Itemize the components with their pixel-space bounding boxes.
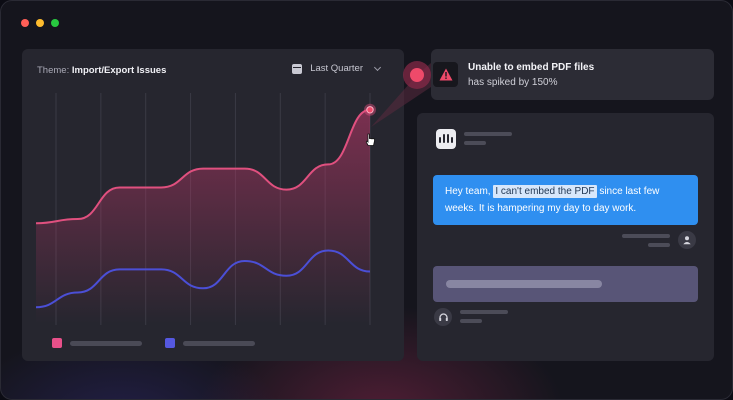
sender-placeholder (648, 243, 670, 247)
headset-icon (434, 308, 452, 326)
message-text-before: Hey team, (445, 186, 494, 197)
alert-title: Unable to embed PDF files (468, 62, 595, 73)
meta-placeholder (464, 141, 486, 145)
cursor-icon (365, 133, 375, 146)
alert-card[interactable]: Unable to embed PDF files has spiked by … (431, 49, 714, 100)
agent-meta-placeholder (460, 319, 482, 323)
reply-draft[interactable] (433, 266, 698, 302)
user-icon (678, 231, 696, 249)
conversation-panel: Hey team, I can't embed the PDF since la… (417, 113, 714, 361)
warning-icon (433, 62, 458, 87)
app-window: Theme: Import/Export Issues Last Quarter (0, 0, 733, 400)
message-highlight[interactable]: I can't embed the PDF (493, 185, 597, 198)
alert-subtitle: has spiked by 150% (468, 77, 558, 88)
reply-placeholder (446, 280, 602, 288)
name-placeholder (464, 132, 512, 136)
timestamp-placeholder (622, 234, 670, 238)
agent-name-placeholder (460, 310, 508, 314)
intercom-logo (436, 129, 456, 149)
customer-message: Hey team, I can't embed the PDF since la… (433, 175, 698, 225)
